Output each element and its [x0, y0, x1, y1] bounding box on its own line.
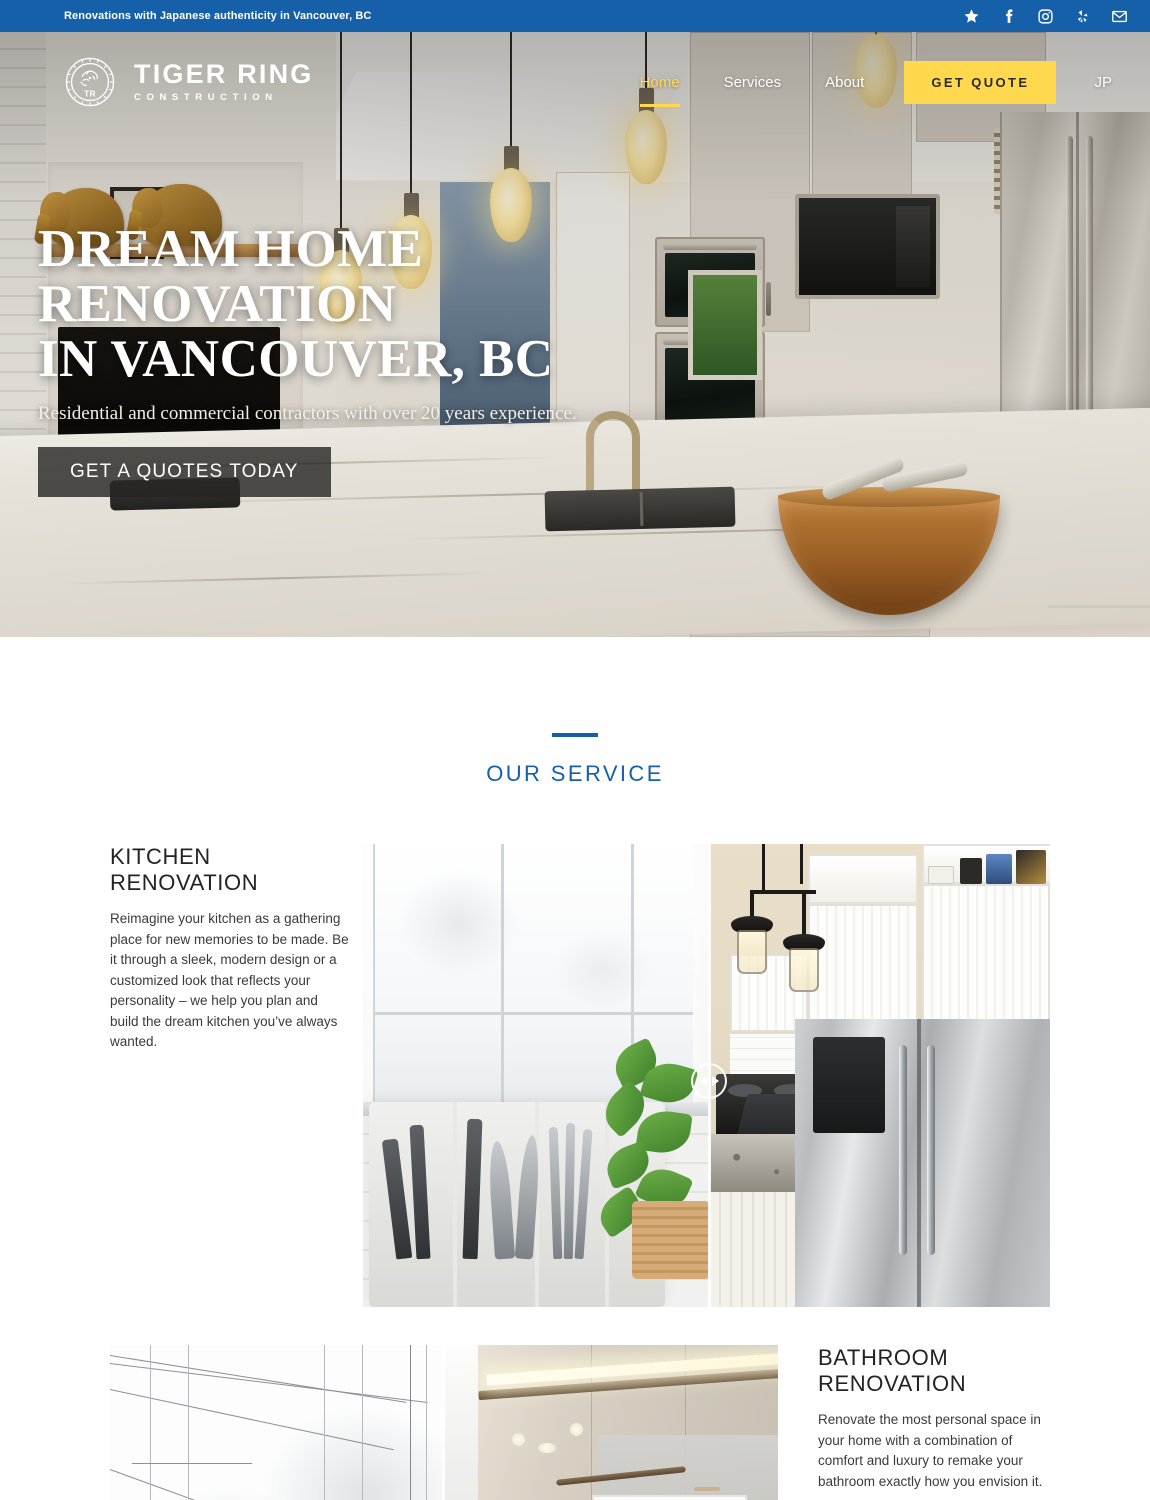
bathroom-before-after-slider[interactable] — [110, 1345, 778, 1500]
main-navigation: Home Services About GET QUOTE JP — [618, 60, 1132, 107]
get-quote-button[interactable]: GET QUOTE — [904, 60, 1057, 104]
horizontal-scrollbar-stub[interactable] — [1048, 605, 1150, 608]
service-row-kitchen: KITCHEN RENOVATION Reimagine your kitche… — [0, 844, 1150, 1307]
email-icon[interactable] — [1110, 7, 1128, 25]
site-header: TR TIGER RING CONSTRUCTION Home Services… — [0, 32, 1150, 132]
bathroom-copy: BATHROOM RENOVATION Renovate the most pe… — [818, 1345, 1058, 1492]
hero-copy: DREAM HOME RENOVATION IN VANCOUVER, BC R… — [38, 219, 758, 497]
bathroom-heading-line-1: BATHROOM — [818, 1345, 949, 1370]
bathroom-body-text: Renovate the most personal space in your… — [818, 1412, 1043, 1489]
star-icon[interactable] — [962, 7, 980, 25]
hero-title-line-1: DREAM HOME RENOVATION — [38, 219, 424, 333]
chevron-right-icon — [711, 1076, 719, 1086]
hero-section: TR TIGER RING CONSTRUCTION Home Services… — [0, 32, 1150, 637]
top-utility-bar: Renovations with Japanese authenticity i… — [0, 0, 1150, 32]
service-row-bathroom: BATHROOM RENOVATION Renovate the most pe… — [0, 1345, 1150, 1500]
hero-subtitle: Residential and commercial contractors w… — [38, 403, 577, 424]
kitchen-heading-line-1: KITCHEN — [110, 844, 211, 869]
tiger-saw-blade-logo-icon: TR — [65, 57, 115, 107]
kitchen-heading-line-2: RENOVATION — [110, 869, 259, 895]
hero-title-line-2: IN VANCOUVER, BC — [38, 329, 554, 388]
bathroom-image-after — [442, 1345, 778, 1500]
kitchen-before-after-slider[interactable] — [363, 844, 1050, 1307]
brand-logo[interactable]: TR TIGER RING CONSTRUCTION — [62, 54, 314, 110]
section-header: OUR SERVICE — [0, 733, 1150, 787]
kitchen-copy: KITCHEN RENOVATION Reimagine your kitche… — [110, 844, 350, 1053]
svg-text:TR: TR — [84, 89, 96, 99]
nav-item-services[interactable]: Services — [702, 74, 804, 91]
kitchen-image-after — [710, 844, 1050, 1307]
hero-title: DREAM HOME RENOVATION IN VANCOUVER, BC — [38, 219, 758, 388]
facebook-icon[interactable] — [999, 7, 1017, 25]
kitchen-heading: KITCHEN RENOVATION — [110, 844, 350, 895]
nav-item-about[interactable]: About — [803, 74, 886, 91]
section-divider-rule — [552, 733, 598, 737]
brand-name: TIGER RING — [134, 59, 314, 90]
yelp-icon[interactable] — [1073, 7, 1091, 25]
instagram-icon[interactable] — [1036, 7, 1054, 25]
hero-cta-button[interactable]: GET A QUOTES TODAY — [38, 447, 331, 497]
site-tagline: Renovations with Japanese authenticity i… — [64, 10, 372, 22]
bathroom-heading: BATHROOM RENOVATION — [818, 1345, 1058, 1396]
language-switch-jp[interactable]: JP — [1074, 74, 1132, 91]
our-service-section: OUR SERVICE KITCHEN RENOVATION Reimagine… — [0, 637, 1150, 1500]
brand-subtitle: CONSTRUCTION — [134, 92, 278, 104]
section-title: OUR SERVICE — [486, 761, 664, 786]
nav-item-home[interactable]: Home — [618, 74, 702, 107]
kitchen-body-text: Reimagine your kitchen as a gathering pl… — [110, 911, 349, 1050]
compare-slider-handle-icon[interactable] — [691, 1063, 727, 1099]
social-links — [962, 7, 1128, 25]
chevron-left-icon — [699, 1076, 707, 1086]
bathroom-heading-line-2: RENOVATION — [818, 1370, 967, 1396]
kitchen-image-before — [363, 844, 710, 1307]
bathroom-image-before — [110, 1345, 442, 1500]
